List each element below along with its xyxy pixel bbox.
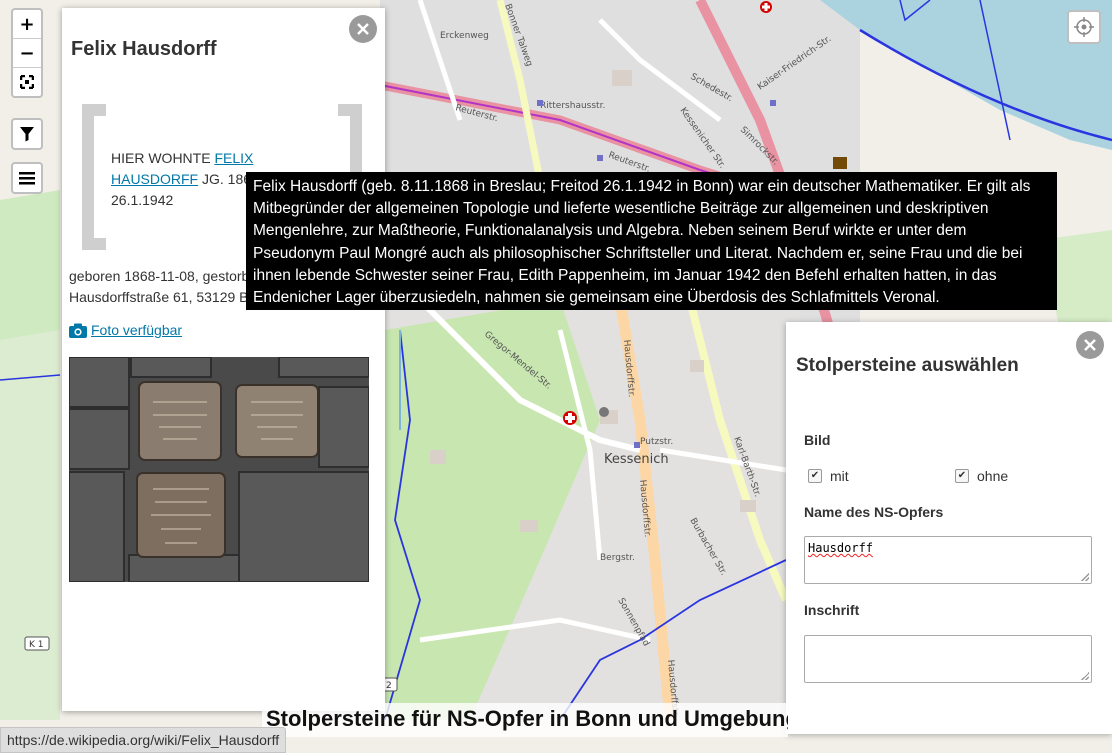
photo-available-link[interactable]: Foto verfügbar: [69, 322, 182, 338]
person-name-heading: Felix Hausdorff: [71, 38, 217, 60]
close-icon: [1084, 339, 1096, 351]
mit-checkbox[interactable]: ✔ mit: [808, 468, 849, 484]
layers-control: [11, 162, 43, 194]
museum-marker[interactable]: [833, 157, 847, 169]
name-label: Name des NS-Opfers: [804, 504, 944, 520]
photo-link-label: Foto verfügbar: [91, 322, 183, 338]
name-input-value: Hausdorff: [808, 541, 874, 555]
street-label: Erckenweg: [440, 31, 489, 41]
street-label: Rittershausstr.: [540, 101, 605, 111]
inschrift-input[interactable]: [804, 635, 1092, 683]
street-label: Putzstr.: [640, 437, 673, 447]
ohne-checkbox[interactable]: ✔ ohne: [955, 468, 1008, 484]
quote-bracket-left: [82, 104, 106, 250]
road-ref-label: K 1: [29, 640, 44, 650]
hospital-marker[interactable]: [563, 411, 577, 425]
menu-button[interactable]: [13, 164, 41, 192]
person-popup: Felix Hausdorff HIER WOHNTE FELIX HAUSDO…: [62, 8, 385, 711]
filter-icon: [20, 127, 34, 142]
zoom-control: + −: [11, 8, 43, 98]
name-input[interactable]: Hausdorff: [804, 536, 1092, 584]
checkbox-mit[interactable]: ✔: [808, 469, 822, 483]
mit-label: mit: [830, 468, 849, 484]
close-popup-button[interactable]: [349, 15, 377, 43]
map-title: Stolpersteine für NS-Opfer in Bonn und U…: [262, 703, 788, 737]
filter-panel: Stolpersteine auswählen Bild ✔ mit ✔ ohn…: [786, 322, 1112, 734]
green-area: [0, 330, 60, 720]
religious-site-marker[interactable]: [599, 407, 609, 417]
camera-icon: [69, 323, 87, 338]
panel-title: Stolpersteine auswählen: [796, 355, 1019, 376]
locate-button[interactable]: [1067, 10, 1101, 44]
close-panel-button[interactable]: [1076, 331, 1104, 359]
zoom-in-button[interactable]: +: [13, 10, 41, 39]
bild-label: Bild: [804, 432, 831, 448]
menu-icon: [19, 172, 35, 185]
filter-control: [11, 118, 43, 150]
close-icon: [357, 23, 369, 35]
inscription-prefix: HIER WOHNTE: [111, 150, 211, 166]
ohne-label: ohne: [977, 468, 1009, 484]
fullscreen-icon: [20, 75, 34, 89]
resize-grip[interactable]: [1081, 672, 1089, 680]
fullscreen-button[interactable]: [13, 68, 41, 96]
inscription-date: 26.1.1942: [111, 192, 174, 208]
hospital-marker[interactable]: [760, 1, 772, 13]
place-label-kessenich: Kessenich: [604, 452, 669, 467]
crosshair-icon: [1074, 17, 1094, 37]
filter-button[interactable]: [13, 120, 41, 148]
wikipedia-tooltip: Felix Hausdorff (geb. 8.11.1868 in Bresl…: [246, 172, 1057, 310]
road-ref-label: 2: [386, 681, 392, 691]
street-label: Bergstr.: [600, 553, 635, 563]
resize-grip[interactable]: [1081, 573, 1089, 581]
zoom-out-button[interactable]: −: [13, 39, 41, 68]
stolperstein-photo[interactable]: [69, 357, 369, 582]
status-bar-url: https://de.wikipedia.org/wiki/Felix_Haus…: [0, 727, 287, 753]
checkbox-ohne[interactable]: ✔: [955, 469, 969, 483]
park-area: [0, 190, 60, 340]
inschrift-label: Inschrift: [804, 602, 860, 618]
